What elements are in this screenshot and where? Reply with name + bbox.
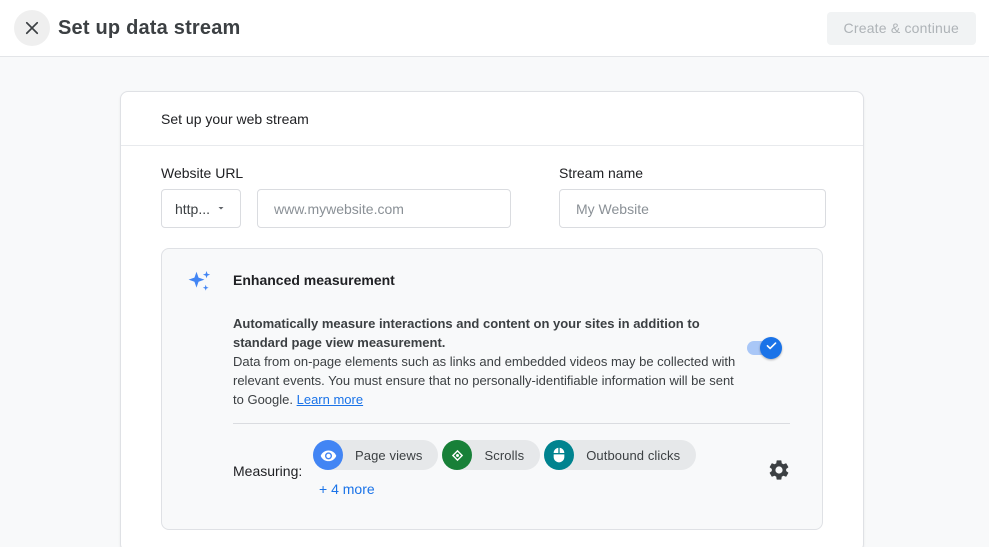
- enhanced-measurement-description: Automatically measure interactions and c…: [233, 314, 798, 409]
- check-icon: [765, 339, 778, 357]
- chip-label: Scrolls: [484, 447, 525, 463]
- mouse-icon: [544, 440, 575, 470]
- top-bar: Set up data stream Create & continue: [0, 0, 989, 57]
- enhanced-measurement-toggle[interactable]: [747, 337, 782, 359]
- description-bold-text: Automatically measure interactions and c…: [233, 316, 700, 350]
- create-continue-button[interactable]: Create & continue: [826, 11, 976, 45]
- panel-divider: [233, 423, 790, 424]
- protocol-dropdown[interactable]: http...: [161, 189, 241, 228]
- enhanced-measurement-panel: Enhanced measurement Automatically measu…: [161, 248, 823, 530]
- website-url-input[interactable]: [257, 189, 511, 228]
- chip-label: Page views: [355, 447, 423, 463]
- stream-name-input[interactable]: [559, 189, 826, 228]
- measurement-settings-button[interactable]: [766, 458, 792, 484]
- website-url-label: Website URL: [161, 165, 244, 181]
- enhanced-measurement-title: Enhanced measurement: [233, 272, 395, 288]
- learn-more-link[interactable]: Learn more: [297, 392, 363, 407]
- scroll-icon: [442, 440, 473, 470]
- close-button[interactable]: [14, 10, 50, 46]
- gear-icon: [767, 460, 791, 485]
- measuring-row: Measuring: Page views Scrolls Outbound c…: [233, 440, 798, 499]
- measurement-chips: Page views Scrolls Outbound clicks: [313, 440, 697, 470]
- stream-name-label: Stream name: [559, 165, 644, 181]
- page-title: Set up data stream: [58, 16, 241, 39]
- web-stream-card: Set up your web stream Website URL http.…: [120, 91, 864, 547]
- chip-page-views[interactable]: Page views: [313, 440, 439, 470]
- chip-label: Outbound clicks: [586, 447, 681, 463]
- close-icon: [23, 19, 41, 37]
- eye-icon: [313, 440, 343, 470]
- toggle-thumb: [760, 337, 782, 359]
- sparkle-icon: [186, 266, 233, 301]
- card-title: Set up your web stream: [161, 110, 309, 127]
- description-body-text: Data from on-page elements such as links…: [233, 352, 748, 409]
- chip-scrolls[interactable]: Scrolls: [442, 440, 541, 470]
- website-url-field-group: Website URL http...: [161, 165, 511, 228]
- measuring-label: Measuring:: [233, 463, 303, 479]
- protocol-value: http...: [174, 200, 211, 217]
- stream-form-row: Website URL http... Stream name: [161, 165, 826, 228]
- chevron-down-icon: [215, 201, 227, 217]
- card-header: Set up your web stream: [121, 92, 863, 146]
- stream-name-field-group: Stream name: [559, 165, 826, 228]
- card-body: Website URL http... Stream name: [121, 146, 863, 547]
- chip-outbound-clicks[interactable]: Outbound clicks: [544, 440, 697, 470]
- more-measurements-link[interactable]: + 4 more: [319, 481, 375, 497]
- main-area: Set up your web stream Website URL http.…: [0, 57, 989, 547]
